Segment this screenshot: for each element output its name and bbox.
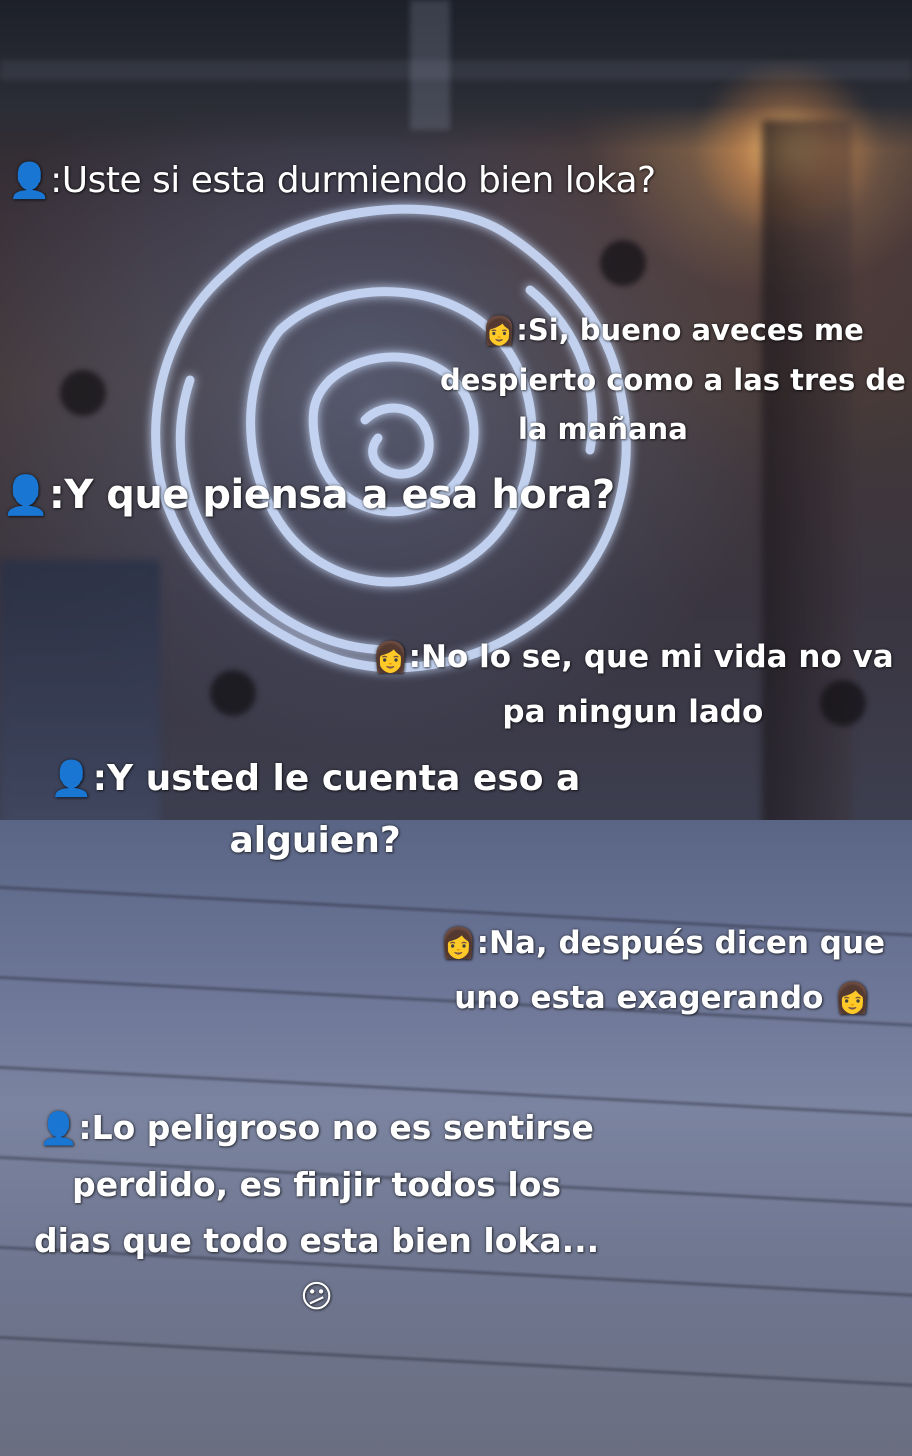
message-text: dias que todo esta bien loka...: [34, 1221, 600, 1260]
message-text: :Si, bueno aveces me: [516, 313, 864, 347]
message-text: la mañana: [517, 412, 688, 446]
message-text: uno esta exagerando: [454, 980, 824, 1016]
message-6: 👩:Na, después dicen que uno esta exagera…: [440, 916, 885, 1026]
message-text: Uste si esta durmiendo bien loka?: [61, 160, 656, 201]
message-text: despierto como a las tres de: [440, 363, 906, 397]
message-text: :Y que piensa a esa hora?: [48, 472, 615, 518]
woman-icon: 👩: [440, 926, 477, 960]
woman-icon: 👩: [834, 981, 871, 1015]
message-1: 👤:Uste si esta durmiendo bien loka?: [8, 160, 656, 201]
pillar: [762, 120, 852, 880]
woman-icon: 👩: [372, 640, 409, 674]
message-5: 👤:Y usted le cuenta eso a alguien?: [50, 748, 580, 872]
message-text: alguien?: [229, 820, 401, 861]
message-text: :Lo peligroso no es sentirse: [78, 1108, 594, 1147]
person-silhouette-icon: 👤: [2, 473, 49, 517]
message-2: 👩:Si, bueno aveces me despierto como a l…: [440, 306, 906, 454]
person-silhouette-icon: 👤: [39, 1111, 79, 1147]
message-text: :Y usted le cuenta eso a: [92, 758, 581, 799]
message-4: 👩:No lo se, que mi vida no va pa ningun …: [372, 630, 894, 740]
message-text: :No lo se, que mi vida no va: [408, 639, 894, 675]
message-3: 👤:Y que piensa a esa hora?: [2, 472, 615, 518]
message-text: perdido, es finjir todos los: [72, 1165, 562, 1204]
person-silhouette-icon: 👤: [8, 161, 51, 201]
message-text: :Na, después dicen que: [476, 925, 886, 961]
message-text: pa ningun lado: [502, 694, 764, 730]
wall-hole: [60, 370, 106, 416]
confused-face-icon: 😕: [300, 1279, 333, 1315]
message-7: 👤:Lo peligroso no es sentirse perdido, e…: [34, 1100, 599, 1325]
person-silhouette-icon: 👤: [50, 759, 93, 799]
woman-icon: 👩: [481, 315, 517, 347]
